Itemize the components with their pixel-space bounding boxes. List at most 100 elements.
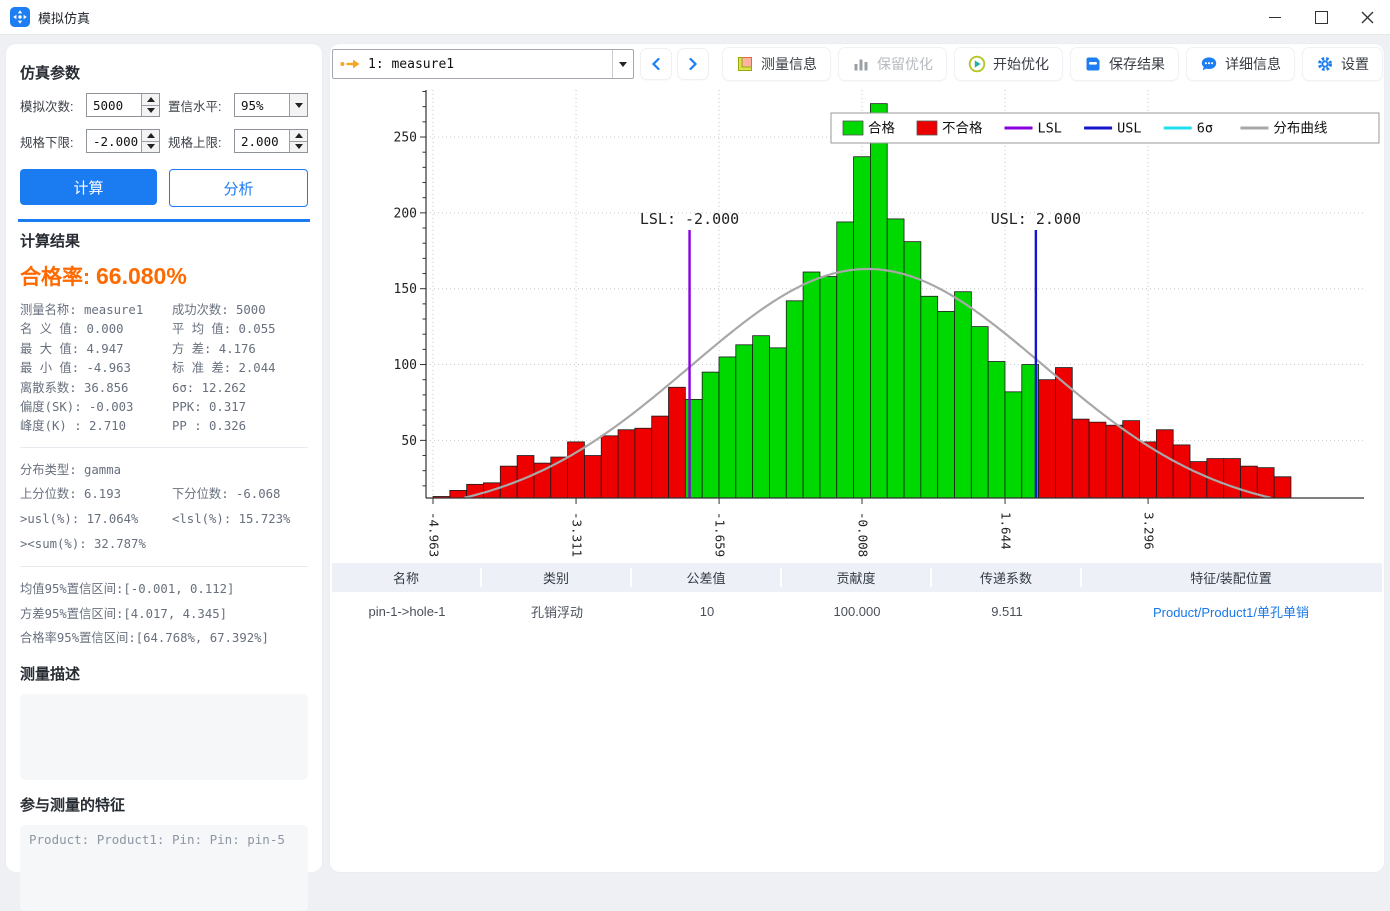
histogram-bar-pass — [803, 272, 820, 498]
table-row[interactable]: pin-1->hole-1孔销浮动10100.0009.511Product/P… — [332, 592, 1382, 630]
sim-params-form: 模拟次数: 5000 置信水平: 95% 规格下限: -2.000 规格上限: … — [20, 93, 308, 153]
spin-up-icon[interactable] — [290, 130, 307, 141]
y-tick-label: 200 — [394, 206, 417, 221]
stat-row: PPK: 0.317 — [172, 398, 276, 417]
histogram-bar-pass — [769, 348, 786, 498]
stat-row: 峰度(K) : 2.710 — [20, 417, 172, 436]
measure-description-box[interactable] — [20, 694, 308, 780]
stat-row: 离散系数: 36.856 — [20, 379, 172, 398]
table-cell: 孔销浮动 — [482, 602, 632, 621]
maximize-button[interactable] — [1298, 0, 1344, 34]
histogram-bar-pass — [870, 104, 887, 498]
table-header-cell: 传递系数 — [932, 568, 1082, 587]
upper-spec-spinbox[interactable]: 2.000 — [234, 129, 308, 153]
histogram-bar-pass — [971, 327, 988, 498]
x-tick-label: 3.296 — [1142, 512, 1157, 550]
measure-selector[interactable]: 1: measure1 — [332, 49, 634, 79]
stat-cell: ><sum(%): 32.787% — [20, 532, 146, 557]
spin-down-icon[interactable] — [290, 141, 307, 153]
pass-rate-value: 66.080% — [96, 263, 187, 289]
stat-row: PP : 0.326 — [172, 417, 276, 436]
histogram-bar-fail — [618, 430, 635, 498]
minimize-button[interactable] — [1252, 0, 1298, 34]
stat-cell: >usl(%): 17.064% — [20, 507, 172, 532]
table-header-cell: 贡献度 — [782, 568, 932, 587]
histogram-bar-pass — [786, 301, 803, 498]
toolbar-button-设置[interactable]: 设置 — [1303, 48, 1382, 80]
histogram-bar-pass — [955, 292, 972, 498]
titlebar: 模拟仿真 — [0, 0, 1390, 35]
toolbar-button-label: 保存结果 — [1109, 54, 1165, 74]
confidence-field: 置信水平: 95% — [168, 93, 308, 117]
stat-row: 成功次数: 5000 — [172, 301, 276, 320]
y-tick-label: 150 — [394, 282, 417, 297]
histogram-bar-fail — [652, 416, 669, 498]
stat-cell: <lsl(%): 15.723% — [172, 507, 290, 532]
chevron-down-icon[interactable] — [289, 94, 307, 116]
toolbar-button-测量信息[interactable]: 测量信息 — [723, 48, 830, 80]
chevron-down-icon[interactable] — [612, 50, 633, 78]
toolbar-button-label: 设置 — [1341, 54, 1369, 74]
histogram-bar-fail — [1039, 380, 1056, 498]
chat-icon — [1200, 55, 1218, 73]
histogram-bar-pass — [988, 361, 1005, 498]
lower-spec-spinbox[interactable]: -2.000 — [86, 129, 160, 153]
left-panel: 仿真参数 模拟次数: 5000 置信水平: 95% 规格下限: -2.000 规… — [6, 44, 322, 872]
main-panel: 1: measure1 测量信息保留优化开始优化保存结果详细信息设置 LSL: … — [330, 44, 1384, 872]
contribution-table: 名称类别公差值贡献度传递系数特征/装配位置 pin-1->hole-1孔销浮动1… — [332, 563, 1382, 630]
stat-row: 方 差: 4.176 — [172, 340, 276, 359]
stats-right-column: 成功次数: 5000平 均 值: 0.055方 差: 4.176标 准 差: 2… — [172, 301, 276, 437]
sim-count-spinbox[interactable]: 5000 — [86, 93, 160, 117]
histogram-bar-fail — [568, 442, 585, 498]
spin-down-icon[interactable] — [142, 141, 159, 153]
toolbar-button-开始优化[interactable]: 开始优化 — [955, 48, 1062, 80]
pass-rate-label: 合格率: — [20, 266, 90, 289]
app-icon — [10, 7, 30, 27]
toolbar-button-保存结果[interactable]: 保存结果 — [1071, 48, 1178, 80]
x-tick-label: -0.008 — [856, 512, 871, 557]
next-measure-button[interactable] — [678, 49, 708, 79]
confidence-interval-line: 合格率95%置信区间:[64.768%, 67.392%] — [20, 626, 308, 651]
y-tick-label: 50 — [401, 434, 417, 449]
stat-row: 平 均 值: 0.055 — [172, 320, 276, 339]
analyze-button[interactable]: 分析 — [169, 169, 308, 207]
distribution-row: 分布类型: gamma — [20, 458, 308, 483]
bar-chart-icon — [852, 55, 870, 73]
histogram-bar-fail — [584, 456, 601, 498]
legend-label: 合格 — [868, 121, 896, 137]
histogram-bar-pass — [736, 345, 753, 498]
features-title: 参与测量的特征 — [20, 794, 308, 815]
spin-up-icon[interactable] — [142, 130, 159, 141]
close-button[interactable] — [1344, 0, 1390, 34]
histogram-bar-pass — [887, 219, 904, 498]
prev-measure-button[interactable] — [641, 49, 671, 79]
accent-divider — [18, 219, 310, 222]
stats-left-column: 测量名称: measure1名 义 值: 0.000最 大 值: 4.947最 … — [20, 301, 172, 437]
histogram-bar-pass — [938, 311, 955, 498]
histogram-bar-pass — [685, 399, 702, 498]
histogram-bar-pass — [854, 157, 871, 498]
statistics: 测量名称: measure1名 义 值: 0.000最 大 值: 4.947最 … — [20, 301, 308, 437]
toolbar-button-label: 开始优化 — [993, 54, 1049, 74]
histogram-bar-pass — [837, 222, 854, 498]
histogram-bar-fail — [601, 436, 618, 498]
histogram-bar-fail — [1156, 430, 1173, 498]
distribution-row: ><sum(%): 32.787% — [20, 532, 308, 557]
table-header-cell: 类别 — [482, 568, 632, 587]
x-tick-label: -3.311 — [570, 512, 585, 557]
spin-down-icon[interactable] — [142, 105, 159, 117]
measure-features-box[interactable]: Product: Product1: Pin: Pin: pin-5 — [20, 825, 308, 911]
upper-spec-label: 规格上限: — [168, 132, 234, 151]
toolbar-button-详细信息[interactable]: 详细信息 — [1187, 48, 1294, 80]
stat-row: 6σ: 12.262 — [172, 379, 276, 398]
legend-swatch — [843, 121, 863, 135]
confidence-combobox[interactable]: 95% — [234, 93, 308, 117]
calculate-button[interactable]: 计算 — [20, 169, 157, 205]
stat-row: 名 义 值: 0.000 — [20, 320, 172, 339]
feature-location-link[interactable]: Product/Product1/单孔单销 — [1082, 602, 1380, 621]
histogram-bar-pass — [719, 357, 736, 498]
spin-up-icon[interactable] — [142, 94, 159, 105]
histogram-bar-pass — [921, 296, 938, 498]
histogram-bar-fail — [1089, 422, 1106, 498]
chevron-right-icon — [687, 57, 699, 71]
